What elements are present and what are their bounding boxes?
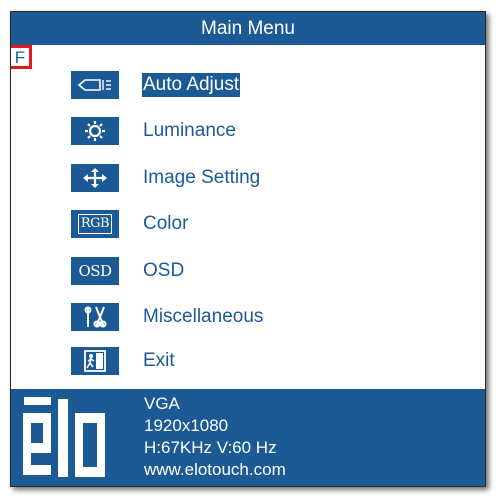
menu-label-auto-adjust: Auto Adjust (142, 73, 241, 97)
rgb-icon-text: RGB (77, 214, 113, 234)
menu-item-image-setting[interactable]: Image Setting (71, 163, 261, 193)
osd-icon-text: OSD (78, 262, 112, 280)
exit-door-icon (71, 347, 119, 375)
sun-icon (71, 117, 119, 145)
menu-item-color[interactable]: RGB Color (71, 209, 189, 239)
move-arrows-icon (71, 164, 119, 192)
menu-label-luminance: Luminance (143, 120, 236, 141)
menu-item-luminance[interactable]: Luminance (71, 116, 237, 146)
osd-main-menu: Main Menu F Auto Adjust Luminance Image … (10, 11, 486, 487)
signal-info: VGA 1920x1080 H:67KHz V:60 Hz www.elotou… (144, 393, 286, 481)
tools-icon (71, 303, 119, 331)
menu-title: Main Menu (11, 12, 485, 45)
menu-label-exit: Exit (143, 350, 175, 371)
menu-item-miscellaneous[interactable]: Miscellaneous (71, 302, 264, 332)
frequency: H:67KHz V:60 Hz (144, 438, 277, 457)
menu-label-miscellaneous: Miscellaneous (143, 306, 264, 327)
menu-label-osd: OSD (143, 260, 185, 281)
elo-logo (23, 397, 105, 477)
menu-item-osd[interactable]: OSD OSD (71, 256, 185, 286)
auto-adjust-icon (71, 71, 119, 99)
osd-icon: OSD (71, 257, 119, 285)
resolution: 1920x1080 (144, 416, 229, 435)
input-source: VGA (144, 394, 180, 413)
menu-label-image-setting: Image Setting (143, 167, 261, 188)
f-badge: F (11, 45, 32, 69)
menu-item-exit[interactable]: Exit (71, 346, 176, 376)
rgb-icon: RGB (71, 210, 119, 238)
menu-label-color: Color (143, 213, 189, 234)
status-footer: VGA 1920x1080 H:67KHz V:60 Hz www.elotou… (11, 389, 485, 486)
website: www.elotouch.com (144, 460, 286, 479)
menu-item-auto-adjust[interactable]: Auto Adjust (71, 70, 241, 100)
